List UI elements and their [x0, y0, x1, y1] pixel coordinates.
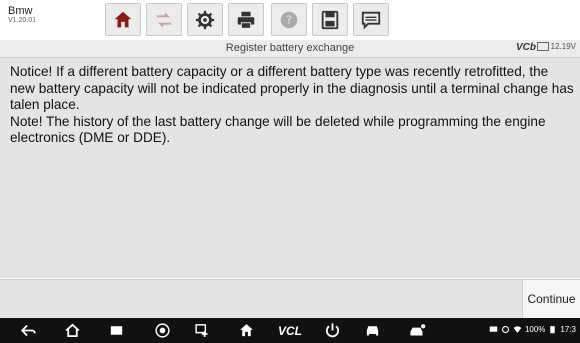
recent-apps-button[interactable]	[102, 318, 130, 343]
home-button[interactable]	[105, 3, 141, 36]
data-logging-icon	[361, 11, 381, 30]
recent-apps-icon	[110, 326, 122, 335]
remote-desk-button[interactable]	[188, 318, 216, 343]
home-icon	[114, 11, 132, 27]
remote-desk-icon	[194, 324, 207, 337]
car-battery-icon	[536, 42, 549, 51]
battery-voltage-value: 12.19V	[550, 42, 576, 51]
note-text: Note! The history of the last battery ch…	[10, 113, 546, 146]
vcl-button[interactable]: VCL	[272, 318, 308, 343]
maxisys-home-icon	[239, 324, 253, 337]
vcl-label: VCL	[278, 323, 302, 338]
home-nav-button[interactable]	[58, 318, 86, 343]
vehicle-swap-icon	[156, 12, 172, 27]
clock: 17:3	[560, 325, 576, 334]
app-info: Bmw V1.20.01	[8, 5, 36, 25]
vci-status: VCb	[516, 42, 536, 53]
app-name: Bmw	[8, 5, 33, 17]
power-icon	[325, 323, 339, 338]
power-button[interactable]	[318, 318, 346, 343]
continue-button[interactable]: Continue	[522, 280, 580, 318]
vehicle-shortcut-button[interactable]	[400, 318, 434, 343]
notice-text: Notice! If a different battery capacity …	[10, 64, 574, 112]
browser-button[interactable]	[148, 318, 176, 343]
print-button[interactable]	[228, 3, 264, 36]
top-toolbar: Bmw V1.20.01 ?	[0, 0, 580, 41]
help-icon: ?	[280, 11, 298, 28]
vehicle-swap-button[interactable]	[146, 3, 182, 36]
wifi-icon	[513, 326, 522, 333]
print-icon	[237, 11, 255, 29]
back-icon	[20, 324, 36, 337]
system-navigation-bar: VCL 100% 17:3	[0, 318, 580, 343]
back-button[interactable]	[14, 318, 42, 343]
save-icon	[321, 10, 339, 29]
vehicle-shortcut-icon	[409, 324, 425, 336]
header-status-bar: Register battery exchange VCb 12.19V	[0, 40, 580, 58]
settings-button[interactable]	[187, 3, 223, 36]
battery-level: 100%	[524, 325, 546, 334]
chrome-icon	[154, 323, 170, 338]
help-button[interactable]: ?	[271, 3, 307, 36]
save-button[interactable]	[312, 3, 348, 36]
svg-text:?: ?	[286, 13, 292, 26]
android-home-icon	[65, 323, 79, 338]
maxisys-home-button[interactable]	[232, 318, 260, 343]
app-version: V1.20.01	[8, 17, 37, 25]
system-tray: 100% 17:3	[489, 325, 576, 334]
function-bar: Continue	[0, 279, 580, 318]
settings-icon	[195, 10, 215, 29]
car-icon	[366, 326, 378, 336]
location-icon	[501, 325, 510, 334]
message-icon	[489, 326, 498, 332]
data-logging-button[interactable]	[353, 3, 389, 36]
message-text: Notice! If a different battery capacity …	[10, 64, 575, 147]
battery-voltage: 12.19V	[536, 42, 576, 51]
car-button[interactable]	[358, 318, 386, 343]
page-title: Register battery exchange	[225, 42, 355, 54]
battery-icon	[550, 326, 556, 334]
